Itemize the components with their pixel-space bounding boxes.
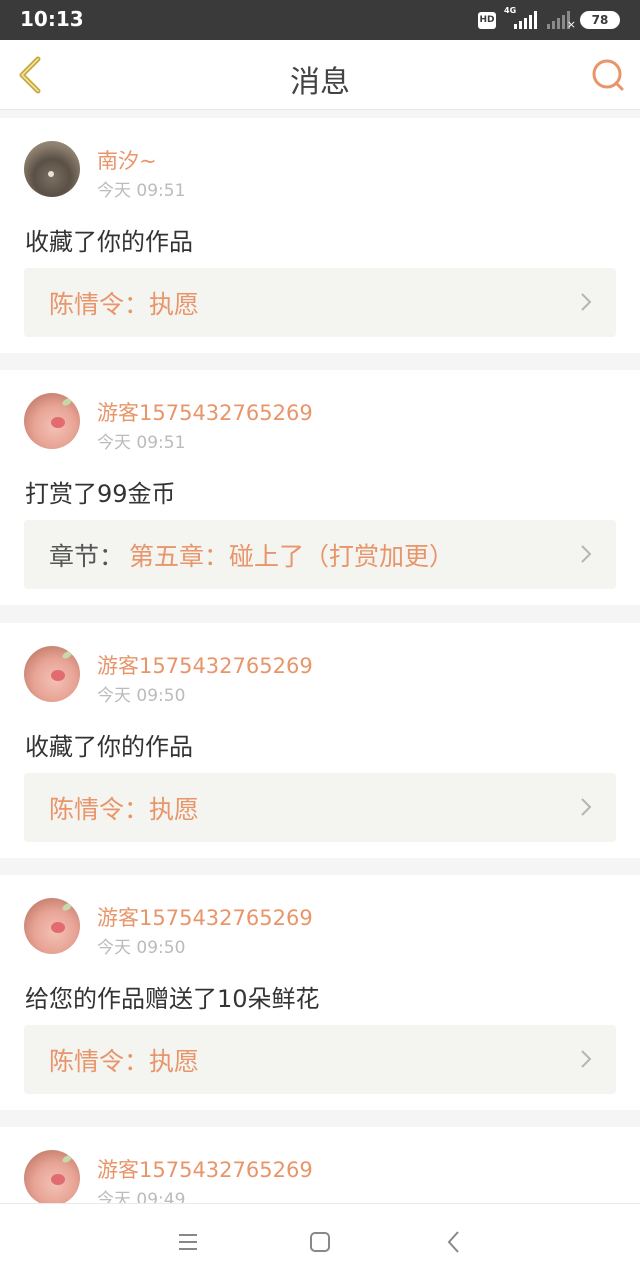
message-card: 游客1575432765269 今天 09:50 收藏了你的作品 陈情令：执愿 (0, 623, 640, 858)
work-title: 陈情令：执愿 (49, 795, 200, 824)
status-bar: 10:13 HD 4G × 78 (0, 0, 640, 40)
chevron-right-icon (581, 798, 592, 816)
avatar[interactable] (24, 898, 80, 954)
work-link[interactable]: 陈情令：执愿 (24, 1025, 616, 1094)
hd-icon: HD (478, 11, 496, 29)
chevron-right-icon (581, 545, 592, 563)
signal-4g-icon: 4G (504, 6, 537, 29)
message-action: 收藏了你的作品 (25, 228, 193, 256)
message-card: 游客1575432765269 今天 09:50 给您的作品赠送了10朵鲜花 陈… (0, 875, 640, 1110)
message-time: 今天 09:50 (97, 938, 186, 958)
menu-icon (179, 1234, 197, 1250)
avatar[interactable] (24, 1150, 80, 1203)
user-name[interactable]: 游客1575432765269 (97, 650, 313, 680)
chapter-label: 章节： (49, 542, 125, 571)
status-time: 10:13 (20, 7, 84, 31)
page-title: 消息 (290, 65, 350, 100)
work-link[interactable]: 陈情令：执愿 (24, 773, 616, 842)
message-time: 今天 09:51 (97, 181, 186, 201)
network-label: 4G (504, 6, 517, 15)
chevron-right-icon (581, 293, 592, 311)
work-link[interactable]: 陈情令：执愿 (24, 268, 616, 337)
message-action: 给您的作品赠送了10朵鲜花 (25, 985, 320, 1013)
chapter-link[interactable]: 章节： 第五章：碰上了（打赏加更） (24, 520, 616, 589)
message-card: 游客1575432765269 今天 09:51 打赏了99金币 章节： 第五章… (0, 370, 640, 605)
search-button[interactable] (590, 57, 626, 93)
user-name[interactable]: 游客1575432765269 (97, 397, 313, 427)
back-triangle-icon (447, 1231, 459, 1253)
system-nav-bar (0, 1203, 640, 1280)
app-header: 消息 (0, 40, 640, 110)
message-action: 打赏了99金币 (25, 480, 176, 508)
message-time: 今天 09:51 (97, 433, 186, 453)
chevron-right-icon (581, 1050, 592, 1068)
user-name[interactable]: 游客1575432765269 (97, 902, 313, 932)
search-icon (592, 59, 624, 91)
work-title: 陈情令：执愿 (49, 290, 200, 319)
work-title: 陈情令：执愿 (49, 1047, 200, 1076)
message-time: 今天 09:49 (97, 1190, 186, 1203)
battery-icon: 78 (580, 11, 620, 29)
avatar[interactable] (24, 646, 80, 702)
system-back-button[interactable] (440, 1228, 468, 1256)
user-name[interactable]: 游客1575432765269 (97, 1154, 313, 1184)
chapter-title: 第五章：碰上了（打赏加更） (129, 542, 455, 571)
signal-sim2-icon: × (547, 11, 576, 31)
avatar[interactable] (24, 393, 80, 449)
user-name[interactable]: 南汐~ (97, 145, 157, 175)
message-action: 收藏了你的作品 (25, 733, 193, 761)
home-square-icon (310, 1232, 330, 1252)
status-icons: HD 4G × 78 (478, 6, 620, 32)
message-list[interactable]: 南汐~ 今天 09:51 收藏了你的作品 陈情令：执愿 游客1575432765… (0, 110, 640, 1203)
menu-button[interactable] (174, 1228, 202, 1256)
home-button[interactable] (306, 1228, 334, 1256)
avatar[interactable] (24, 141, 80, 197)
message-card: 南汐~ 今天 09:51 收藏了你的作品 陈情令：执愿 (0, 118, 640, 353)
message-card: 游客1575432765269 今天 09:49 (0, 1127, 640, 1203)
message-time: 今天 09:50 (97, 686, 186, 706)
